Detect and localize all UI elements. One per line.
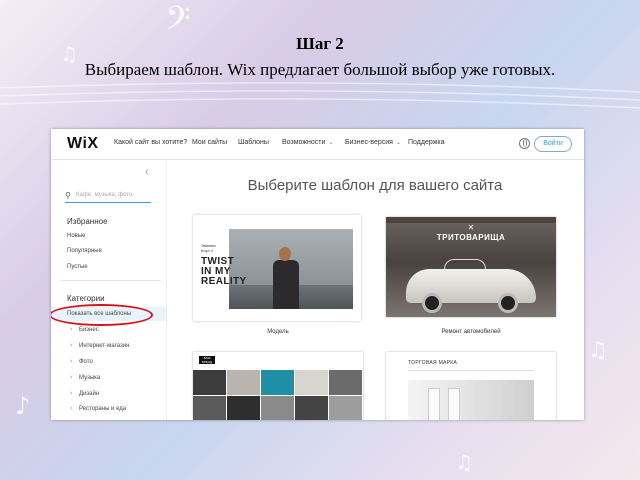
category-business[interactable]: › Бизнес [70, 326, 99, 333]
photo-cell [193, 370, 226, 395]
template-caption-model: Модель [267, 329, 289, 335]
music-note-icon: ♪ [15, 392, 31, 420]
music-staff-decoration [0, 82, 640, 109]
chevron-right-icon: › [70, 405, 73, 412]
template-logo-text: ТРИТОВАРИЩА [436, 233, 506, 242]
wix-logo[interactable]: WiX [67, 135, 99, 153]
template-card-model[interactable]: Эмилия Коул // TWIST IN MY REALITY [193, 215, 361, 321]
top-nav-bar: WiX Какой сайт вы хотите? Мои сайты Шабл… [51, 129, 584, 160]
search-input[interactable]: ⚲ Кафе, музыка, фото [65, 191, 151, 203]
template-card-car-repair[interactable]: ✕ ТРИТОВАРИЩА [386, 217, 556, 317]
room-window [428, 388, 440, 420]
template-divider [408, 370, 534, 371]
photo-cell [295, 396, 328, 420]
photo-cell [227, 370, 260, 395]
chevron-right-icon: › [70, 374, 73, 381]
chevron-right-icon: › [70, 342, 73, 349]
template-caption-car-repair: Ремонт автомобилей [441, 329, 501, 335]
category-photo[interactable]: › Фото [70, 358, 93, 365]
template-title-text: ТОРГОВАЯ МАРКА [408, 360, 458, 366]
sidebar-item-blank[interactable]: Пустые [67, 264, 88, 270]
slide-title: Шаг 2 [296, 34, 344, 53]
nav-features[interactable]: Возможности ⌄ [282, 139, 333, 146]
page-heading: Выберите шаблон для вашего сайта [247, 177, 503, 194]
photo-cell [261, 370, 294, 395]
room-window [448, 388, 460, 420]
chevron-down-icon: ⌄ [328, 140, 334, 146]
nav-business[interactable]: Бизнес-версия ⌄ [345, 139, 401, 146]
chevron-left-icon[interactable]: ‹ [145, 166, 149, 178]
highlight-oval [51, 304, 153, 326]
model-figure [273, 247, 299, 309]
car-wheel [498, 293, 518, 313]
tools-icon: ✕ [467, 223, 475, 232]
template-card-photo-grid[interactable]: ВАШ БРЕНД [193, 352, 363, 420]
chevron-right-icon: › [70, 358, 73, 365]
sidebar-item-new[interactable]: Новые [67, 233, 86, 239]
photo-cell [329, 396, 362, 420]
model-figure-body [273, 260, 299, 309]
search-placeholder: Кафе, музыка, фото [76, 192, 133, 198]
template-sidebar: ‹ ⚲ Кафе, музыка, фото Избранное Новые П… [51, 160, 167, 420]
template-card-interior[interactable]: ТОРГОВАЯ МАРКА [386, 352, 556, 420]
chevron-right-icon: › [70, 390, 73, 397]
globe-icon[interactable] [519, 138, 530, 149]
nav-templates[interactable]: Шаблоны [238, 139, 269, 146]
template-header: ВАШ БРЕНД [193, 352, 363, 370]
category-online-store[interactable]: › Интернет-магазин [70, 342, 129, 349]
favorites-heading: Избранное [67, 217, 108, 226]
slide-subtitle: Выбираем шаблон. Wix предлагает большой … [84, 60, 556, 79]
category-restaurants[interactable]: › Рестораны и еда [70, 405, 126, 412]
wix-screenshot: WiX Какой сайт вы хотите? Мои сайты Шабл… [51, 129, 584, 420]
template-small-text: Эмилия Коул // [201, 243, 216, 253]
categories-heading: Категории [67, 294, 105, 303]
music-note-icon: ♫ [588, 338, 608, 363]
photo-cell [193, 396, 226, 420]
nav-support[interactable]: Поддержка [408, 139, 445, 146]
nav-what-site[interactable]: Какой сайт вы хотите? [114, 139, 187, 146]
search-icon: ⚲ [65, 191, 71, 200]
template-header-strip [229, 215, 353, 229]
sidebar-item-popular[interactable]: Популярные [67, 248, 102, 254]
photo-cell [261, 396, 294, 420]
nav-my-sites[interactable]: Мои сайты [192, 139, 227, 146]
photo-cell [329, 370, 362, 395]
chevron-down-icon: ⌄ [395, 140, 401, 146]
category-design[interactable]: › Дизайн [70, 390, 99, 397]
chevron-right-icon: › [70, 326, 73, 333]
model-figure-head [279, 247, 291, 261]
sidebar-divider [61, 280, 161, 281]
template-big-text: TWIST IN MY REALITY [201, 256, 247, 287]
photo-cell [227, 396, 260, 420]
category-music[interactable]: › Музыка [70, 374, 100, 381]
photo-cell [295, 370, 328, 395]
template-brand: ВАШ БРЕНД [199, 356, 215, 364]
music-note-icon: ♫ [455, 450, 473, 474]
login-button[interactable]: Войти [534, 136, 572, 152]
car-wheel [422, 293, 442, 313]
template-thumbnail-room [408, 380, 534, 420]
